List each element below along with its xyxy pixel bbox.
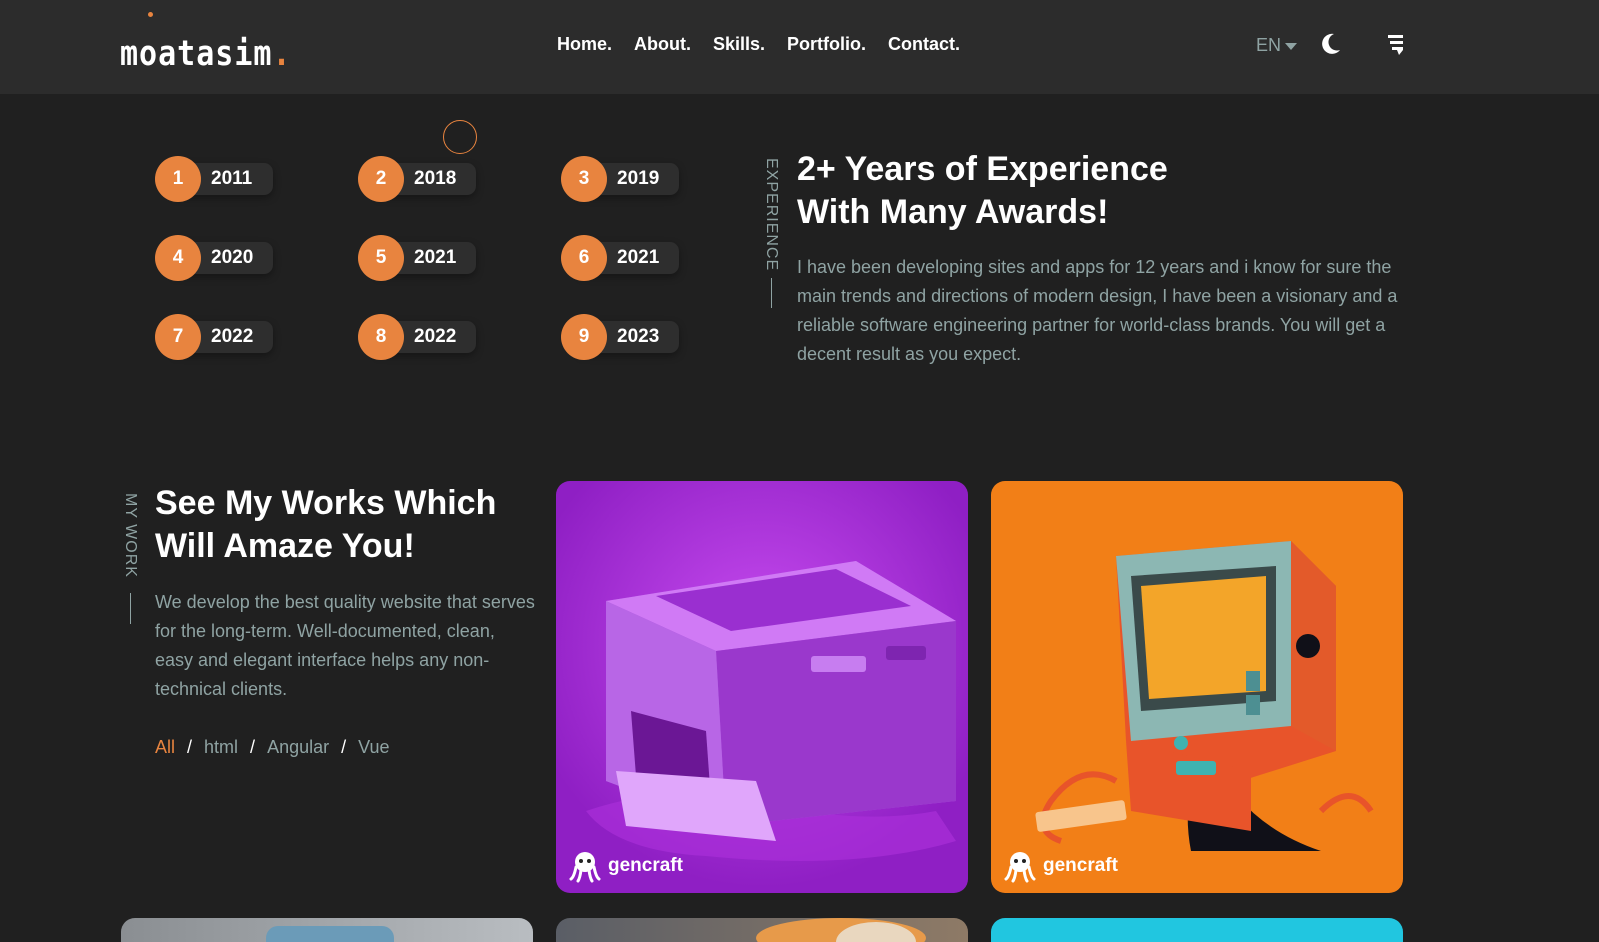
portfolio-card-partial[interactable]	[991, 918, 1403, 942]
year-number-badge: 2	[358, 156, 404, 202]
year-number-badge: 9	[561, 314, 607, 360]
language-select[interactable]: EN	[1256, 35, 1298, 56]
logo-spark-dot	[148, 12, 153, 17]
works-side-label: MY WORK	[122, 493, 139, 578]
card-thumbnail-shape	[266, 926, 394, 942]
filter-separator: /	[341, 737, 347, 757]
printer-image	[586, 561, 956, 861]
experience-side-line	[771, 278, 772, 308]
filter-separator: /	[187, 737, 193, 757]
card-brand: gencraft	[1003, 849, 1118, 883]
nav-skills[interactable]: Skills.	[713, 34, 765, 55]
filter-vue[interactable]: Vue	[358, 737, 389, 758]
chevron-down-icon	[1285, 43, 1298, 50]
filter-separator: /	[250, 737, 256, 757]
nav-home[interactable]: Home.	[557, 34, 612, 55]
experience-title: 2+ Years of Experience With Many Awards!	[797, 148, 1357, 234]
card-brand-label: gencraft	[608, 855, 683, 876]
experience-title-line1: 2+ Years of Experience	[797, 150, 1168, 188]
year-number-badge: 7	[155, 314, 201, 360]
works-side-line	[130, 593, 131, 624]
experience-description: I have been developing sites and apps fo…	[797, 257, 1398, 364]
portfolio-card-partial[interactable]	[121, 918, 533, 942]
works-title: See My Works Which Will Amaze You!	[155, 482, 555, 568]
retro-computer-image	[1035, 541, 1374, 851]
filter-angular[interactable]: Angular	[267, 737, 329, 758]
card-brand-label: gencraft	[1043, 855, 1118, 876]
portfolio-filters: All / html / Angular / Vue	[155, 737, 389, 758]
year-number-badge: 6	[561, 235, 607, 281]
octopus-icon	[569, 852, 601, 883]
works-description: We develop the best quality website that…	[155, 592, 535, 699]
year-number-badge: 1	[155, 156, 201, 202]
card-brand: gencraft	[568, 849, 683, 883]
nav-about[interactable]: About.	[634, 34, 691, 55]
octopus-icon	[1004, 852, 1036, 883]
portfolio-card-partial[interactable]	[556, 918, 968, 942]
language-label: EN	[1256, 35, 1282, 55]
main-nav: Home. About. Skills. Portfolio. Contact.	[557, 34, 960, 55]
year-number-badge: 3	[561, 156, 607, 202]
top-header: moatasim. Home. About. Skills. Portfolio…	[0, 0, 1599, 94]
portfolio-card-computer[interactable]: gencraft	[991, 481, 1403, 893]
logo-dot: .	[272, 34, 292, 75]
filter-all[interactable]: All	[155, 737, 175, 758]
year-number-badge: 5	[358, 235, 404, 281]
cursor-ring	[443, 120, 477, 154]
portfolio-card-printer[interactable]: gencraft	[556, 481, 968, 893]
experience-side-label: EXPERIENCE	[763, 158, 780, 272]
nav-portfolio[interactable]: Portfolio.	[787, 34, 866, 55]
year-number-badge: 4	[155, 235, 201, 281]
year-number-badge: 8	[358, 314, 404, 360]
experience-title-line2: With Many Awards!	[797, 193, 1109, 231]
nav-contact[interactable]: Contact.	[888, 34, 960, 55]
works-title-line1: See My Works Which	[155, 484, 497, 522]
works-title-line2: Will Amaze You!	[155, 527, 415, 565]
moon-icon[interactable]	[1320, 32, 1342, 56]
site-logo[interactable]: moatasim.	[120, 34, 292, 74]
menu-icon[interactable]	[1387, 34, 1405, 56]
logo-text: moatasim	[120, 34, 273, 75]
filter-html[interactable]: html	[204, 737, 238, 758]
